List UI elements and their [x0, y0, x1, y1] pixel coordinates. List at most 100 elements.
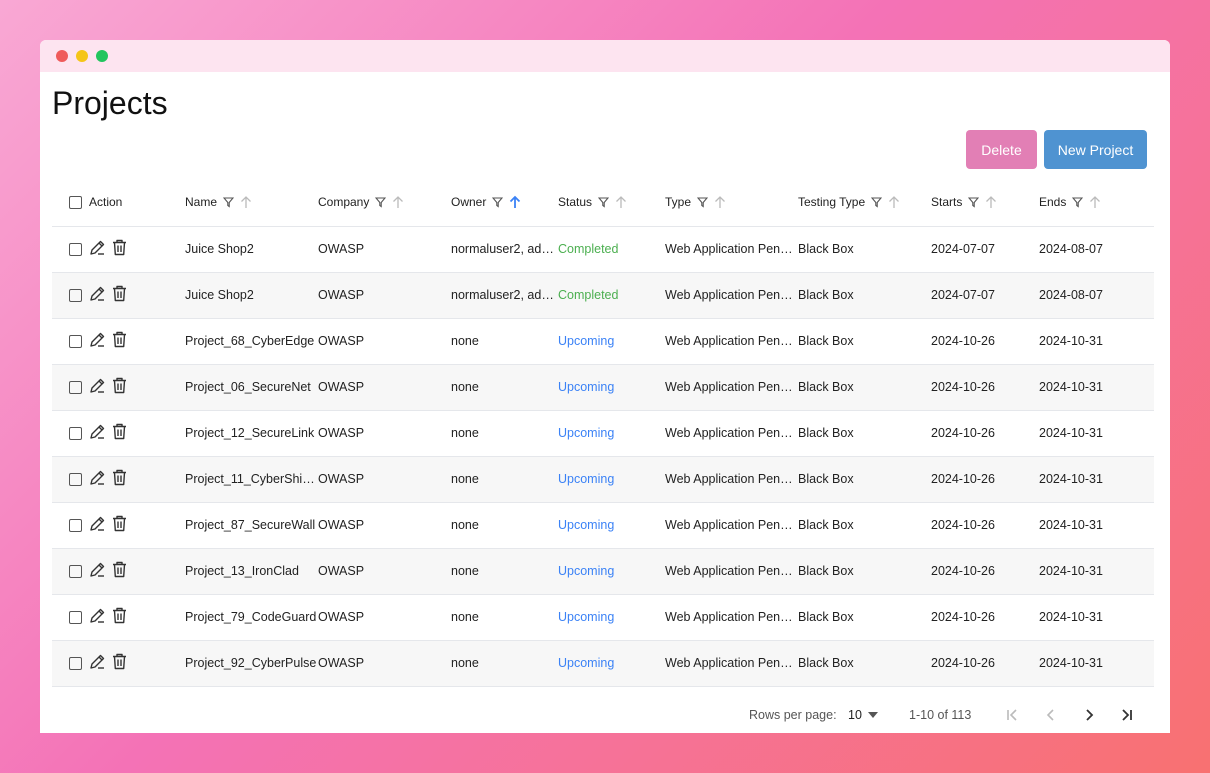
edit-icon[interactable]: [89, 423, 106, 443]
filter-icon[interactable]: [1072, 195, 1084, 209]
row-checkbox[interactable]: [69, 243, 82, 257]
table-row[interactable]: Project_11_CyberShield OWASP none Upcomi…: [52, 456, 1154, 502]
column-header-status[interactable]: Status: [558, 194, 627, 209]
edit-icon[interactable]: [89, 515, 106, 535]
filter-icon[interactable]: [598, 195, 610, 209]
column-header-owner[interactable]: Owner: [451, 194, 521, 209]
cell-ends: 2024-08-07: [1039, 242, 1103, 256]
trash-icon[interactable]: [112, 377, 127, 397]
delete-button[interactable]: Delete: [966, 130, 1037, 169]
new-project-button[interactable]: New Project: [1044, 130, 1147, 169]
cell-name[interactable]: Project_79_CodeGuard: [185, 594, 318, 640]
edit-icon[interactable]: [89, 607, 106, 627]
row-checkbox[interactable]: [69, 289, 82, 303]
cell-company: OWASP: [318, 288, 365, 302]
sort-arrow-icon[interactable]: [985, 194, 997, 209]
column-header-testing-type[interactable]: Testing Type: [798, 194, 900, 209]
cell-status: Upcoming: [558, 610, 615, 624]
table-row[interactable]: Project_12_SecureLink OWASP none Upcomin…: [52, 410, 1154, 456]
cell-ends: 2024-10-31: [1039, 610, 1103, 624]
row-checkbox[interactable]: [69, 335, 82, 349]
column-label-testing-type: Testing Type: [798, 194, 866, 209]
column-label-ends: Ends: [1039, 194, 1067, 209]
table-row[interactable]: Project_92_CyberPulse OWASP none Upcomin…: [52, 640, 1154, 686]
last-page-icon[interactable]: [1118, 706, 1136, 724]
cell-company: OWASP: [318, 472, 365, 486]
edit-icon[interactable]: [89, 239, 106, 259]
edit-icon[interactable]: [89, 377, 106, 397]
filter-icon[interactable]: [223, 195, 235, 209]
sort-arrow-icon[interactable]: [888, 194, 900, 209]
trash-icon[interactable]: [112, 653, 127, 673]
trash-icon[interactable]: [112, 239, 127, 259]
maximize-window-dot[interactable]: [96, 50, 108, 62]
cell-company: OWASP: [318, 380, 365, 394]
cell-name[interactable]: Project_11_CyberShield: [185, 456, 318, 502]
sort-arrow-icon[interactable]: [509, 194, 521, 209]
column-header-ends[interactable]: Ends: [1039, 194, 1101, 209]
cell-name[interactable]: Project_12_SecureLink: [185, 410, 318, 456]
trash-icon[interactable]: [112, 423, 127, 443]
column-header-type[interactable]: Type: [665, 194, 726, 209]
row-checkbox[interactable]: [69, 611, 82, 625]
table-row[interactable]: Project_87_SecureWall OWASP none Upcomin…: [52, 502, 1154, 548]
trash-icon[interactable]: [112, 607, 127, 627]
minimize-window-dot[interactable]: [76, 50, 88, 62]
cell-name[interactable]: Project_87_SecureWall: [185, 502, 318, 548]
trash-icon[interactable]: [112, 285, 127, 305]
trash-icon[interactable]: [112, 561, 127, 581]
rows-per-page-value: 10: [848, 708, 862, 722]
row-checkbox[interactable]: [69, 427, 82, 441]
cell-ends: 2024-08-07: [1039, 288, 1103, 302]
cell-company: OWASP: [318, 518, 365, 532]
cell-name[interactable]: Juice Shop2: [185, 272, 318, 318]
table-row[interactable]: Project_79_CodeGuard OWASP none Upcoming…: [52, 594, 1154, 640]
trash-icon[interactable]: [112, 331, 127, 351]
row-checkbox[interactable]: [69, 657, 82, 671]
filter-icon[interactable]: [492, 195, 504, 209]
first-page-icon[interactable]: [1003, 706, 1021, 724]
sort-arrow-icon[interactable]: [240, 194, 252, 209]
filter-icon[interactable]: [375, 195, 387, 209]
cell-testing-type: Black Box: [798, 472, 854, 486]
table-row[interactable]: Project_68_CyberEdge OWASP none Upcoming…: [52, 318, 1154, 364]
sort-arrow-icon[interactable]: [1089, 194, 1101, 209]
edit-icon[interactable]: [89, 469, 106, 489]
filter-icon[interactable]: [871, 195, 883, 209]
previous-page-icon[interactable]: [1042, 706, 1060, 724]
edit-icon[interactable]: [89, 561, 106, 581]
table-row[interactable]: Juice Shop2 OWASP normaluser2, admin Com…: [52, 226, 1154, 272]
close-window-dot[interactable]: [56, 50, 68, 62]
column-header-starts[interactable]: Starts: [931, 194, 997, 209]
row-checkbox[interactable]: [69, 519, 82, 533]
cell-testing-type: Black Box: [798, 242, 854, 256]
next-page-icon[interactable]: [1080, 706, 1098, 724]
cell-name[interactable]: Juice Shop2: [185, 226, 318, 272]
select-all-checkbox[interactable]: [69, 195, 82, 209]
column-label-status: Status: [558, 194, 593, 209]
edit-icon[interactable]: [89, 331, 106, 351]
trash-icon[interactable]: [112, 515, 127, 535]
cell-name[interactable]: Project_06_SecureNet: [185, 364, 318, 410]
table-row[interactable]: Project_06_SecureNet OWASP none Upcoming…: [52, 364, 1154, 410]
rows-per-page-select[interactable]: 10: [848, 708, 878, 722]
cell-company: OWASP: [318, 564, 365, 578]
sort-arrow-icon[interactable]: [392, 194, 404, 209]
column-header-company[interactable]: Company: [318, 194, 404, 209]
cell-name[interactable]: Project_68_CyberEdge: [185, 318, 318, 364]
sort-arrow-icon[interactable]: [615, 194, 627, 209]
trash-icon[interactable]: [112, 469, 127, 489]
table-row[interactable]: Project_13_IronClad OWASP none Upcoming …: [52, 548, 1154, 594]
cell-name[interactable]: Project_92_CyberPulse: [185, 640, 318, 686]
column-header-name[interactable]: Name: [185, 194, 252, 209]
edit-icon[interactable]: [89, 285, 106, 305]
row-checkbox[interactable]: [69, 565, 82, 579]
filter-icon[interactable]: [968, 195, 980, 209]
cell-name[interactable]: Project_13_IronClad: [185, 548, 318, 594]
row-checkbox[interactable]: [69, 381, 82, 395]
filter-icon[interactable]: [697, 195, 709, 209]
row-checkbox[interactable]: [69, 473, 82, 487]
table-row[interactable]: Juice Shop2 OWASP normaluser2, admin Com…: [52, 272, 1154, 318]
sort-arrow-icon[interactable]: [714, 194, 726, 209]
edit-icon[interactable]: [89, 653, 106, 673]
